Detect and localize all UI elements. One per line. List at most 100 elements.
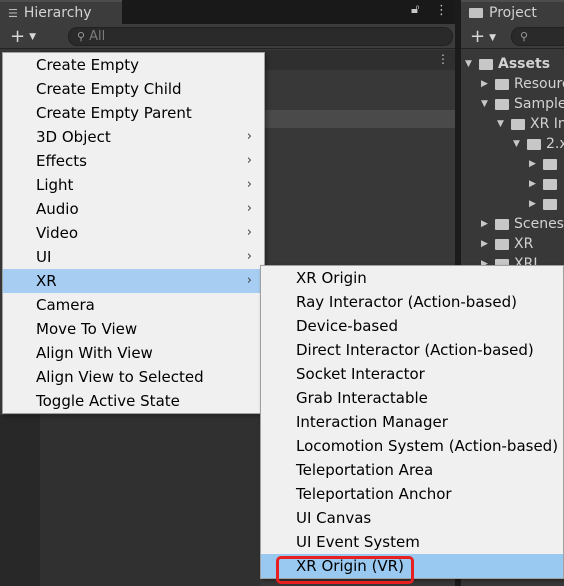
project-toolbar: + ▼ ⚲ <box>461 24 564 49</box>
folder-icon <box>495 218 509 230</box>
menu-item-align-view-to-selected[interactable]: Align View to Selected <box>3 365 264 389</box>
folder-icon <box>543 158 557 170</box>
project-create-button[interactable]: + ▼ <box>465 26 501 47</box>
project-tree-item[interactable]: ▶ <box>529 174 562 194</box>
menu-item-xr[interactable]: XR › <box>3 269 264 293</box>
menu-item-create-empty-parent[interactable]: Create Empty Parent <box>3 101 264 125</box>
create-button[interactable]: + ▼ <box>4 27 42 46</box>
xr-menu-item-locomotion-system-action-based[interactable]: Locomotion System (Action-based) <box>261 434 563 458</box>
collapsed-arrow-icon[interactable]: ▶ <box>529 199 543 209</box>
project-tree-item[interactable]: ▶ XR <box>481 234 533 254</box>
menu-item-create-empty[interactable]: Create Empty <box>3 53 264 77</box>
xr-menu-item-interaction-manager[interactable]: Interaction Manager <box>261 410 563 434</box>
menu-item-label: Toggle Active State <box>36 392 180 410</box>
project-tree-item[interactable]: ▼ 2.x <box>513 134 564 154</box>
xr-menu-item-grab-interactable[interactable]: Grab Interactable <box>261 386 563 410</box>
menu-item-label: Teleportation Anchor <box>296 485 452 503</box>
xr-menu-item-ui-event-system[interactable]: UI Event System <box>261 530 563 554</box>
collapsed-arrow-icon[interactable]: ▶ <box>481 239 495 249</box>
hierarchy-toolbar: + ▼ ⚲ <box>0 24 455 49</box>
plus-icon: + <box>9 25 26 47</box>
chevron-right-icon: › <box>246 201 252 216</box>
xr-menu-item-teleportation-area[interactable]: Teleportation Area <box>261 458 563 482</box>
menu-item-label: Camera <box>36 296 95 314</box>
xr-menu-item-ray-interactor-action-based[interactable]: Ray Interactor (Action-based) <box>261 290 563 314</box>
xr-menu-item-xr-origin[interactable]: XR Origin <box>261 266 563 290</box>
menu-item-label: Light <box>36 176 74 194</box>
collapsed-arrow-icon[interactable]: ▶ <box>481 79 495 89</box>
tab-hierarchy[interactable]: ☰ Hierarchy <box>0 0 122 24</box>
xr-menu-item-teleportation-anchor[interactable]: Teleportation Anchor <box>261 482 563 506</box>
expanded-arrow-icon[interactable]: ▼ <box>513 139 527 149</box>
project-tree-item[interactable]: ▼ Assets <box>465 54 550 74</box>
menu-item-3d-object[interactable]: 3D Object › <box>3 125 264 149</box>
menu-item-label: Video <box>36 224 79 242</box>
tree-item-label: XR Interaction Toolkit <box>530 116 564 132</box>
folder-icon <box>495 238 509 250</box>
menu-item-audio[interactable]: Audio › <box>3 197 264 221</box>
menu-item-effects[interactable]: Effects › <box>3 149 264 173</box>
folder-icon <box>543 178 557 190</box>
menu-item-label: UI Event System <box>296 533 420 551</box>
menu-item-label: Create Empty <box>36 56 139 74</box>
project-tree-item[interactable]: ▼ XR Interaction Toolkit <box>497 114 564 134</box>
tree-item-label: 2.x <box>546 136 564 152</box>
menu-item-label: Effects <box>36 152 87 170</box>
menu-item-move-to-view[interactable]: Move To View <box>3 317 264 341</box>
expanded-arrow-icon[interactable]: ▼ <box>465 59 479 69</box>
menu-item-ui[interactable]: UI › <box>3 245 264 269</box>
chevron-right-icon: › <box>246 249 252 264</box>
menu-item-align-with-view[interactable]: Align With View <box>3 341 264 365</box>
hierarchy-search[interactable]: ⚲ <box>68 27 453 46</box>
menu-item-label: UI <box>36 248 52 266</box>
xr-submenu: XR Origin Ray Interactor (Action-based) De… <box>260 265 564 579</box>
chevron-down-icon: ▼ <box>29 32 36 42</box>
project-title: Project <box>489 5 537 21</box>
xr-menu-item-device-based[interactable]: Device-based <box>261 314 563 338</box>
project-tree-item[interactable]: ▶ <box>529 194 562 214</box>
tree-item-label: Resources <box>514 76 564 92</box>
menu-item-toggle-active-state[interactable]: Toggle Active State <box>3 389 264 413</box>
lock-icon[interactable]: 🔓︎ <box>411 2 419 17</box>
menu-item-camera[interactable]: Camera <box>3 293 264 317</box>
kebab-menu-icon[interactable]: ⋮ <box>435 3 448 18</box>
menu-item-label: Create Empty Child <box>36 80 182 98</box>
folder-icon <box>479 58 493 70</box>
list-icon: ☰ <box>8 6 18 20</box>
menu-item-label: XR Origin (VR) <box>296 557 404 575</box>
menu-item-create-empty-child[interactable]: Create Empty Child <box>3 77 264 101</box>
search-icon: ⚲ <box>520 30 529 43</box>
collapsed-arrow-icon[interactable]: ▶ <box>529 179 543 189</box>
menu-item-label: Teleportation Area <box>296 461 434 479</box>
tree-item-label: Assets <box>498 56 551 72</box>
chevron-right-icon: › <box>246 225 252 240</box>
project-tree-item[interactable]: ▼ Samples <box>481 94 564 114</box>
folder-icon <box>511 118 525 130</box>
xr-menu-item-socket-interactor[interactable]: Socket Interactor <box>261 362 563 386</box>
menu-item-label: Create Empty Parent <box>36 104 192 122</box>
folder-icon <box>469 8 483 18</box>
xr-menu-item-direct-interactor-action-based[interactable]: Direct Interactor (Action-based) <box>261 338 563 362</box>
xr-menu-item-ui-canvas[interactable]: UI Canvas <box>261 506 563 530</box>
menu-item-light[interactable]: Light › <box>3 173 264 197</box>
project-tree-item[interactable]: ▶ Scenes <box>481 214 564 234</box>
collapsed-arrow-icon[interactable]: ▶ <box>481 219 495 229</box>
scene-kebab-icon[interactable]: ⋮ <box>437 52 449 66</box>
tree-item-label: Scenes <box>514 216 564 232</box>
hierarchy-search-input[interactable] <box>89 29 430 44</box>
folder-icon <box>527 138 541 150</box>
collapsed-arrow-icon[interactable]: ▶ <box>529 159 543 169</box>
tab-project[interactable]: Project <box>461 0 564 24</box>
expanded-arrow-icon[interactable]: ▼ <box>497 119 511 129</box>
expanded-arrow-icon[interactable]: ▼ <box>481 99 495 109</box>
menu-item-video[interactable]: Video › <box>3 221 264 245</box>
search-icon: ⚲ <box>77 30 86 43</box>
menu-item-label: XR Origin <box>296 269 367 287</box>
create-context-menu: Create Empty Create Empty Child Create Emp… <box>2 52 265 414</box>
project-search[interactable]: ⚲ <box>511 27 564 46</box>
plus-icon: + <box>469 26 486 47</box>
xr-menu-item-xr-origin-vr[interactable]: XR Origin (VR) <box>261 554 563 578</box>
project-tree-item[interactable]: ▶ <box>529 154 562 174</box>
menu-item-label: Align With View <box>36 344 153 362</box>
project-tree-item[interactable]: ▶ Resources <box>481 74 564 94</box>
